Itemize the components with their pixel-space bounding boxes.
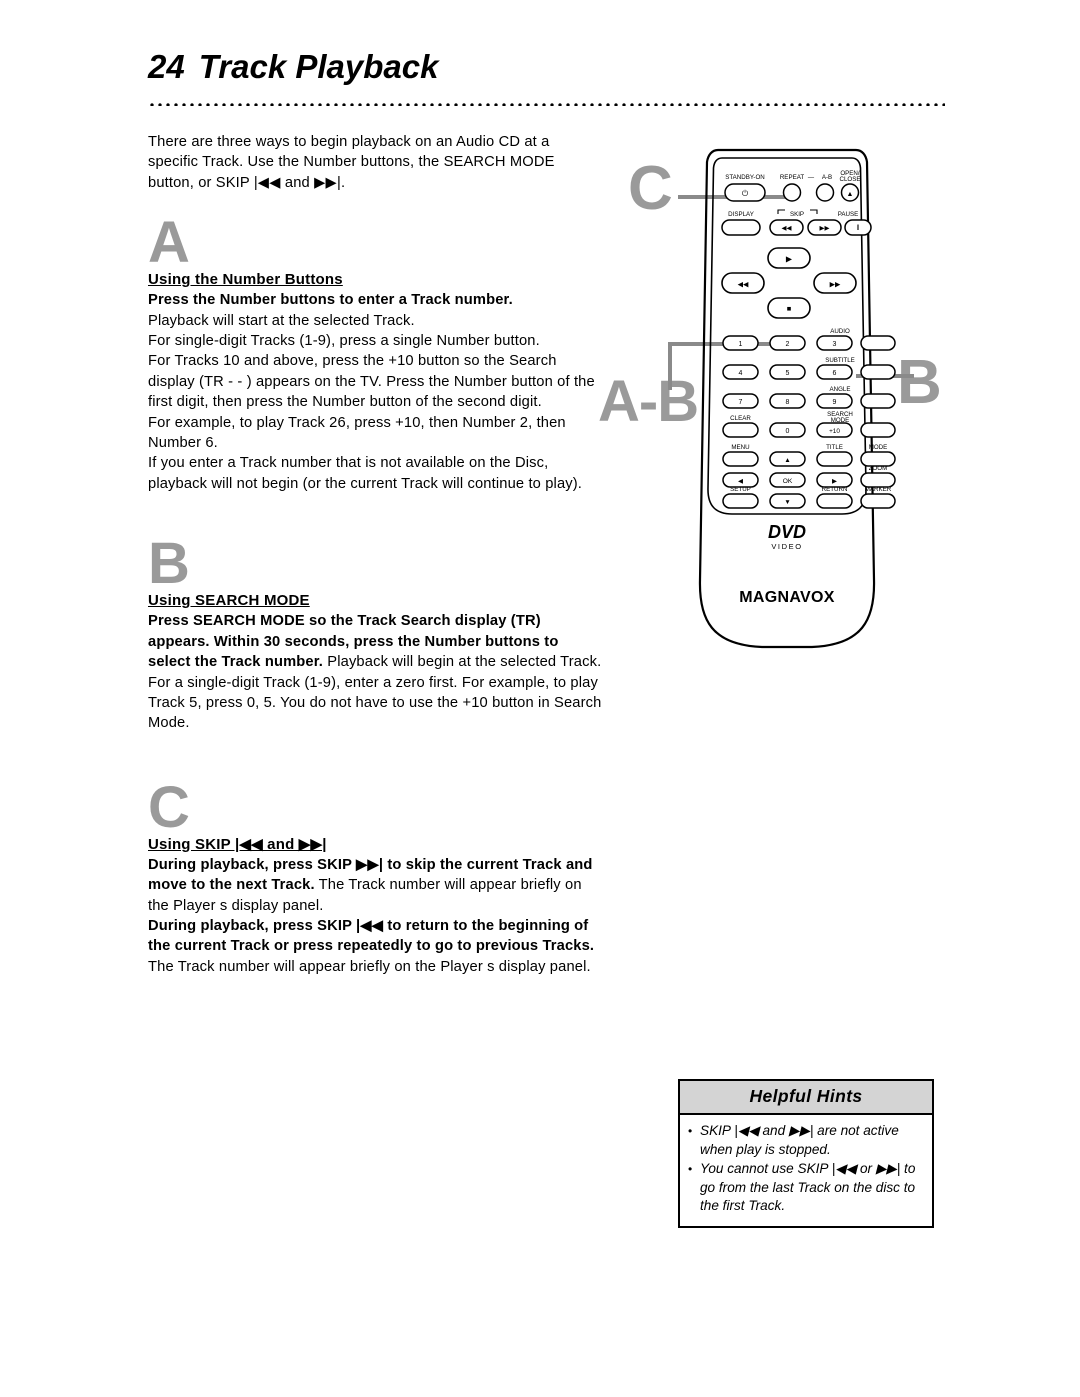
label-subtitle: SUBTITLE <box>825 357 855 364</box>
button-ab[interactable] <box>815 183 835 202</box>
skip-previous-icon: ◀◀ <box>782 225 793 232</box>
remote-brand-logo: MAGNAVOX <box>739 589 834 606</box>
helpful-hints-body: • SKIP |◀◀ and ▶▶| are not active when p… <box>680 1115 932 1226</box>
page-number: 24 <box>148 48 185 85</box>
keypad-label-4: 4 <box>739 370 743 377</box>
helpful-hints-header: Helpful Hints <box>680 1081 932 1115</box>
keypad-label-5: 5 <box>786 370 790 377</box>
arrow-down-icon: ▼ <box>784 499 791 506</box>
section-a-para-1: Playback will start at the selected Trac… <box>148 312 415 329</box>
hint-text: You cannot use SKIP |◀◀ or ▶▶| to go fro… <box>700 1161 916 1214</box>
section-b-heading: Using SEARCH MODE <box>148 592 310 610</box>
button-display[interactable] <box>721 219 761 236</box>
section-c-bold-lead-2: During playback, press SKIP |◀◀ to retur… <box>148 917 595 955</box>
keypad-label-1: 1 <box>739 341 743 348</box>
label-title: TITLE <box>826 444 843 451</box>
button-mode[interactable] <box>860 451 896 467</box>
label-repeat-dash: — <box>808 174 815 181</box>
button-menu[interactable] <box>722 451 759 467</box>
power-icon: ⏻ <box>742 189 749 198</box>
ok-label: OK <box>783 478 793 485</box>
dvd-logo-video-text: VIDEO <box>771 542 802 551</box>
rewind-icon: ◀◀ <box>738 282 749 289</box>
button-clear[interactable] <box>722 422 759 438</box>
button-title[interactable] <box>816 451 853 467</box>
button-subtitle[interactable] <box>860 364 896 380</box>
label-skip: SKIP <box>790 211 804 218</box>
pause-icon: ‖ <box>857 225 860 232</box>
label-mode: MODE <box>869 444 888 451</box>
keypad-label-6: 6 <box>833 370 837 377</box>
section-c-paragraph-2: During playback, press SKIP |◀◀ to retur… <box>148 916 603 977</box>
hint-item: • You cannot use SKIP |◀◀ or ▶▶| to go f… <box>688 1160 922 1216</box>
label-close: CLOSE <box>840 176 861 183</box>
label-repeat: REPEAT <box>780 174 805 181</box>
page-title: 24 Track Playback <box>148 48 948 86</box>
hint-bullet-icon: • <box>688 1162 693 1177</box>
label-standby-on: STANDBY-ON <box>725 174 765 181</box>
label-ab: A-B <box>822 174 832 181</box>
section-a-para-3: For Tracks 10 and above, press the +10 b… <box>148 353 595 411</box>
button-marker[interactable] <box>860 493 896 509</box>
label-display: DISPLAY <box>728 211 754 218</box>
intro-paragraph: There are three ways to begin playback o… <box>148 134 555 191</box>
button-search-mode[interactable] <box>860 422 896 438</box>
keypad-label-7: 7 <box>739 399 743 406</box>
helpful-hints-box: Helpful Hints • SKIP |◀◀ and ▶▶| are not… <box>678 1079 934 1228</box>
stop-icon: ■ <box>787 304 792 313</box>
button-zoom[interactable] <box>860 472 896 488</box>
label-menu: MENU <box>731 444 749 451</box>
button-audio[interactable] <box>860 335 896 351</box>
keypad-label-8: 8 <box>786 399 790 406</box>
keypad-label-plus10: +10 <box>829 428 840 435</box>
section-a-para-4: For example, to play Track 26, press +10… <box>148 414 566 452</box>
section-c-paragraph-1: During playback, press SKIP ▶▶| to skip … <box>148 855 603 916</box>
dvd-logo-text: DVD <box>768 522 806 542</box>
remote-control-illustration: STANDBY-ON REPEAT — A-B OPEN/ CLOSE ⏻ ▲ … <box>612 140 952 660</box>
button-return[interactable] <box>816 493 853 509</box>
button-setup[interactable] <box>722 493 759 509</box>
label-search-mode: MODE <box>831 417 850 424</box>
header-dotted-rule <box>148 100 945 106</box>
keypad-label-3: 3 <box>833 341 837 348</box>
content-column: There are three ways to begin playback o… <box>148 132 603 977</box>
arrow-up-icon: ▲ <box>784 457 791 464</box>
hint-bullet-icon: • <box>688 1124 693 1138</box>
section-a-para-5: If you enter a Track number that is not … <box>148 455 583 492</box>
label-audio: AUDIO <box>830 328 850 335</box>
section-a-heading: Using the Number Buttons <box>148 271 343 289</box>
keypad-label-2: 2 <box>786 341 790 348</box>
section-a-bold-lead: Press the Number buttons to enter a Trac… <box>148 292 513 309</box>
section-c-heading: Using SKIP |◀◀ and ▶▶| <box>148 835 327 853</box>
eject-icon: ▲ <box>847 191 854 198</box>
label-pause: PAUSE <box>838 211 859 218</box>
hint-item: • SKIP |◀◀ and ▶▶| are not active when p… <box>688 1122 922 1159</box>
page-title-text: Track Playback <box>198 48 439 85</box>
hint-text: SKIP |◀◀ and ▶▶| are not active when pla… <box>700 1123 899 1157</box>
label-angle: ANGLE <box>830 386 851 393</box>
section-letter-a: A <box>148 210 190 276</box>
skip-next-icon: ▶▶ <box>820 225 831 232</box>
keypad-label-0: 0 <box>786 428 790 435</box>
section-letter-b: B <box>148 531 190 597</box>
button-angle[interactable] <box>860 393 896 409</box>
page-header: 24 Track Playback <box>148 48 948 86</box>
skip-bracket-right <box>810 209 818 214</box>
skip-bracket-left <box>777 209 785 214</box>
fast-forward-icon: ▶▶ <box>830 282 841 289</box>
section-c-trailing-2: The Track number will appear briefly on … <box>148 958 591 975</box>
manual-page: 24 Track Playback There are three ways t… <box>0 0 1080 1397</box>
button-repeat[interactable] <box>782 183 802 202</box>
section-a-para-2: For single-digit Tracks (1-9), press a s… <box>148 333 540 350</box>
label-clear: CLEAR <box>730 415 751 422</box>
keypad-label-9: 9 <box>833 399 837 406</box>
section-b-paragraph: Press SEARCH MODE so the Track Search di… <box>148 611 603 733</box>
section-letter-c: C <box>148 774 190 840</box>
play-icon: ▶ <box>786 255 793 264</box>
